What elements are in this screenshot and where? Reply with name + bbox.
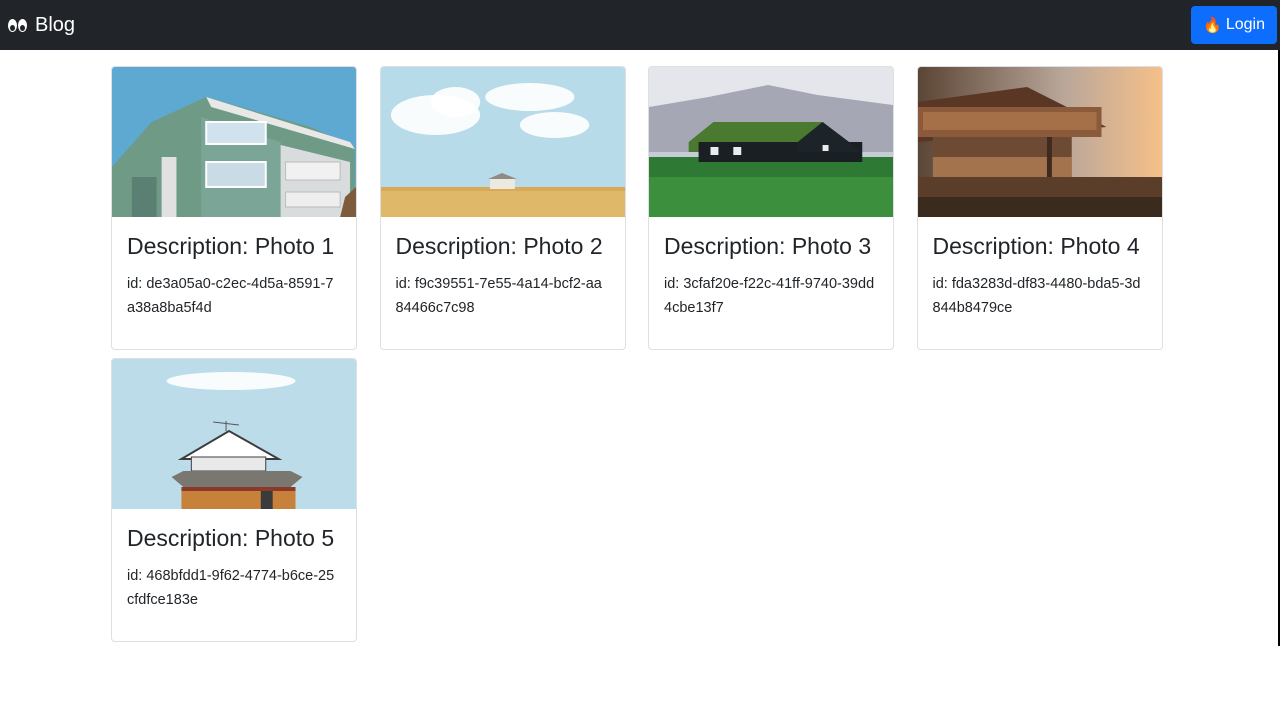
post-card[interactable]: Description: Photo 3 id: 3cfaf20e-f22c-4…: [648, 66, 894, 350]
post-card[interactable]: Description: Photo 4 id: fda3283d-df83-4…: [916, 66, 1163, 350]
brand-label: Blog: [35, 13, 76, 36]
post-card[interactable]: Description: Photo 1 id: de3a05a0-c2ec-4…: [111, 66, 357, 350]
post-title: Description: Photo 3: [664, 233, 872, 259]
post-id: id: fda3283d-df83-4480-bda5-3d844b8479ce: [932, 276, 1141, 316]
top-navbar: Blog 🔥 Login: [0, 0, 1280, 50]
post-card[interactable]: Description: Photo 5 id: 468bfdd1-9f62-4…: [111, 358, 357, 642]
post-image-house-in-wheat-field: [380, 67, 625, 217]
eyes-icon: [8, 18, 27, 32]
fire-icon: 🔥: [1203, 16, 1222, 34]
post-id: id: de3a05a0-c2ec-4d5a-8591-7a38a8ba5f4d: [127, 276, 334, 316]
post-id: id: f9c39551-7e55-4a14-bcf2-aa84466c7c98: [395, 276, 602, 316]
login-label: Login: [1225, 16, 1265, 33]
post-image-wooden-house-sunset: [917, 67, 1162, 217]
post-id: id: 468bfdd1-9f62-4774-b6ce-25cfdfce183e: [127, 568, 335, 608]
post-card[interactable]: Description: Photo 2 id: f9c39551-7e55-4…: [379, 66, 626, 350]
post-image-small-house-sky: [112, 359, 356, 509]
post-grid: Description: Photo 1 id: de3a05a0-c2ec-4…: [111, 66, 1164, 642]
post-image-green-roof-cabin: [649, 67, 893, 217]
post-title: Description: Photo 1: [127, 233, 335, 259]
post-id: id: 3cfaf20e-f22c-41ff-9740-39dd4cbe13f7: [664, 276, 875, 316]
login-button[interactable]: 🔥 Login: [1191, 6, 1277, 44]
post-title: Description: Photo 5: [127, 525, 335, 551]
brand-link[interactable]: Blog: [8, 14, 75, 37]
post-title: Description: Photo 2: [395, 233, 603, 259]
post-image-apartment-building: [112, 67, 356, 217]
post-title: Description: Photo 4: [932, 233, 1140, 259]
